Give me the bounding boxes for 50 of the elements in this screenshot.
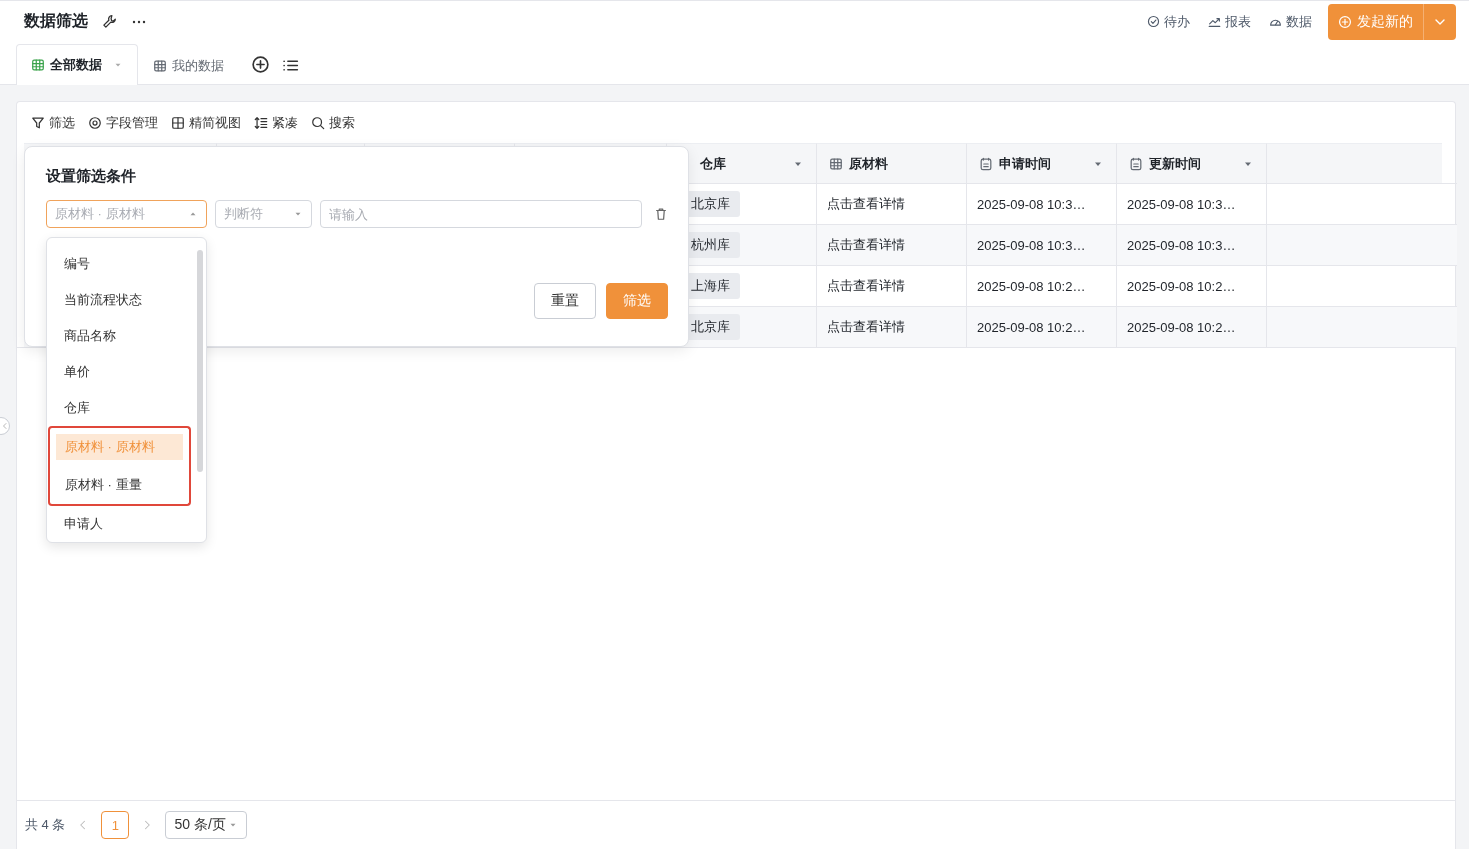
view-tab[interactable]: 我的数据 (138, 45, 239, 85)
line-height-icon (254, 115, 268, 130)
table-icon (829, 156, 843, 171)
add-view-icon[interactable] (251, 55, 270, 74)
toolbar-button[interactable]: 紧凑 (254, 113, 298, 132)
toolbar-button[interactable]: 字段管理 (88, 113, 158, 132)
calendar-icon (979, 156, 993, 171)
popover-title: 设置筛选条件 (46, 167, 137, 186)
field-option[interactable]: 单价 (55, 354, 175, 390)
ring-icon (88, 115, 102, 130)
total-count: 共 4 条 (25, 816, 66, 834)
scrollbar[interactable] (197, 250, 203, 472)
table-cell: 2025-09-08 10:2… (1117, 306, 1267, 347)
trend-chart-icon (1208, 15, 1221, 28)
toolbar-button[interactable]: 精简视图 (171, 113, 241, 132)
wrench-icon[interactable] (102, 14, 117, 29)
filter-icon (31, 115, 45, 130)
toolbar-button[interactable]: 筛选 (31, 113, 75, 132)
table-icon (31, 58, 45, 72)
detail-link[interactable]: 点击查看详情 (817, 224, 967, 265)
table-icon (153, 58, 167, 73)
column-header[interactable]: 原材料 (817, 143, 967, 183)
page-size-select[interactable]: 50 条/页 (165, 811, 247, 839)
field-option[interactable]: 原材料 · 重量 (48, 466, 191, 506)
table-cell: 2025-09-08 10:2… (967, 306, 1117, 347)
column-header[interactable]: 更新时间 (1117, 143, 1267, 183)
reset-button[interactable]: 重置 (534, 283, 596, 319)
field-option[interactable]: 申请人 (55, 506, 175, 542)
trash-icon[interactable] (654, 207, 668, 221)
toolbar-button[interactable]: 搜索 (311, 113, 355, 132)
field-option[interactable]: 当前流程状态 (55, 282, 175, 318)
page-title: 数据筛选 (24, 11, 88, 31)
check-circle-icon (1147, 15, 1160, 28)
view-tab[interactable]: 全部数据 (16, 44, 138, 85)
grid-icon (171, 115, 185, 130)
table-cell: 2025-09-08 10:3… (967, 224, 1117, 265)
field-option[interactable]: 商品名称 (55, 318, 175, 354)
column-header[interactable]: 申请时间 (967, 143, 1117, 183)
value-input[interactable]: 请输入 (320, 200, 642, 228)
calendar-icon (1129, 156, 1143, 171)
search-icon (311, 115, 325, 130)
plus-circle-icon (1338, 14, 1352, 29)
header-action[interactable]: 待办 (1147, 12, 1190, 31)
detail-link[interactable]: 点击查看详情 (817, 306, 967, 347)
chevron-left-icon (1, 422, 9, 430)
header-action[interactable]: 数据 (1269, 12, 1312, 31)
header-action[interactable]: 报表 (1208, 12, 1251, 31)
table-cell: 2025-09-08 10:3… (1117, 224, 1267, 265)
field-option[interactable]: 仓库 (55, 390, 175, 426)
field-option[interactable]: 编号 (55, 246, 175, 282)
